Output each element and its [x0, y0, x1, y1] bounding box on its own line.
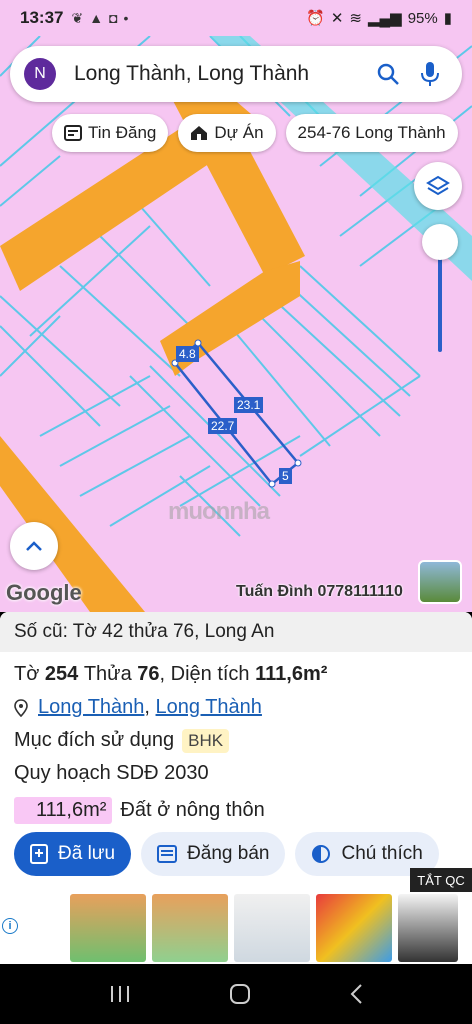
purpose-tag: BHK [182, 728, 230, 753]
expand-button[interactable] [10, 522, 58, 570]
parcel-summary: Tờ 254 Thửa 76, Diện tích 111,6m² [14, 663, 328, 685]
recent-apps-icon[interactable] [109, 984, 131, 1004]
newspaper-icon [64, 125, 82, 141]
parcel-details: Tờ 254 Thửa 76, Diện tích 111,6m² Long T… [0, 652, 472, 827]
user-avatar[interactable]: N [24, 58, 56, 90]
google-logo: Google [6, 580, 82, 605]
notification-icons: ❦ ▲ ◘ • [71, 10, 128, 27]
ad-image[interactable] [398, 894, 458, 962]
chevron-up-icon [26, 541, 42, 551]
alarm-icon: ⏰ [306, 10, 325, 27]
dim-label-bottom: 5 [279, 468, 292, 484]
leaf-icon: ❦ [71, 9, 84, 26]
watermark: muonnha [168, 498, 270, 525]
chip-du-an[interactable]: Dự Án [178, 114, 276, 152]
planning-title: Quy hoạch SDĐ 2030 [14, 762, 209, 784]
location-row: Long Thành, Long Thành [14, 691, 458, 724]
post-sale-button[interactable]: Đăng bán [141, 832, 286, 876]
wifi-icon: ≋ [349, 10, 362, 27]
system-navbar [0, 964, 472, 1024]
chip-label: 254-76 Long Thành [297, 123, 446, 142]
planning-area-row: 111,6m² Đất ở nông thôn [14, 794, 458, 827]
house-icon [191, 126, 208, 140]
ad-info-icon[interactable]: i [2, 918, 18, 934]
search-bar[interactable]: N Long Thành, Long Thành [10, 46, 462, 102]
status-time: 13:37 [20, 8, 64, 27]
location-link-province[interactable]: Long Thành [156, 696, 262, 719]
planning-area: 111,6m² [14, 797, 113, 824]
mute-icon: ✕ [330, 10, 344, 27]
ad-image[interactable] [234, 894, 310, 962]
ad-image[interactable] [70, 894, 146, 962]
home-icon[interactable] [229, 983, 251, 1005]
saved-button[interactable]: Đã lưu [14, 832, 132, 876]
opacity-slider-knob[interactable] [422, 224, 458, 260]
status-bar: 13:37 ❦ ▲ ◘ • ⏰ ✕ ≋ ▂▄▆ 95% ▮ [0, 0, 472, 36]
chip-parcel[interactable]: 254-76 Long Thành [285, 114, 458, 152]
dim-label-left: 22.7 [208, 418, 238, 434]
ad-image[interactable] [152, 894, 228, 962]
list-icon [157, 845, 178, 863]
battery-percent: 95% [407, 9, 438, 27]
chip-label: Dự Án [214, 123, 264, 142]
planning-type: Đất ở nông thôn [120, 799, 265, 821]
dim-label-top: 4.8 [176, 346, 199, 362]
layers-icon [426, 175, 450, 196]
search-icon[interactable] [372, 58, 404, 90]
old-parcel-info: Số cũ: Tờ 42 thửa 76, Long An [0, 612, 472, 652]
battery-icon: ▮ [443, 10, 452, 27]
back-icon[interactable] [349, 983, 363, 1005]
half-circle-icon [312, 845, 331, 863]
microphone-icon[interactable] [414, 58, 446, 90]
warning-icon: ▲ [89, 9, 104, 26]
location-pin-icon [14, 698, 28, 717]
chip-tin-dang[interactable]: Tin Đăng [52, 114, 169, 152]
filter-chips: Tin Đăng Dự Án 254-76 Long Thành [52, 114, 458, 152]
close-ad-button[interactable]: TẮT QC [410, 868, 472, 892]
purpose-row: Mục đích sử dụng BHK [14, 724, 458, 757]
status-right: ⏰ ✕ ≋ ▂▄▆ 95% ▮ [306, 9, 452, 28]
profile-thumbnail[interactable] [418, 560, 462, 604]
dim-label-right: 23.1 [234, 397, 264, 413]
ad-image[interactable] [316, 894, 392, 962]
signal-icon: ▂▄▆ [368, 10, 402, 27]
search-query[interactable]: Long Thành, Long Thành [74, 62, 362, 86]
dot-icon: • [123, 9, 129, 26]
chip-label: Tin Đăng [88, 123, 157, 142]
ad-banner[interactable]: i [0, 892, 472, 964]
layers-button[interactable] [414, 162, 462, 210]
credit-text: Tuấn Đình 0778111110 [236, 583, 403, 600]
location-link-district[interactable]: Long Thành [38, 696, 144, 719]
action-buttons: Đã lưu Đăng bán Chú thích [14, 832, 439, 876]
app-icon: ◘ [109, 9, 118, 26]
bookmark-plus-icon [30, 844, 48, 864]
